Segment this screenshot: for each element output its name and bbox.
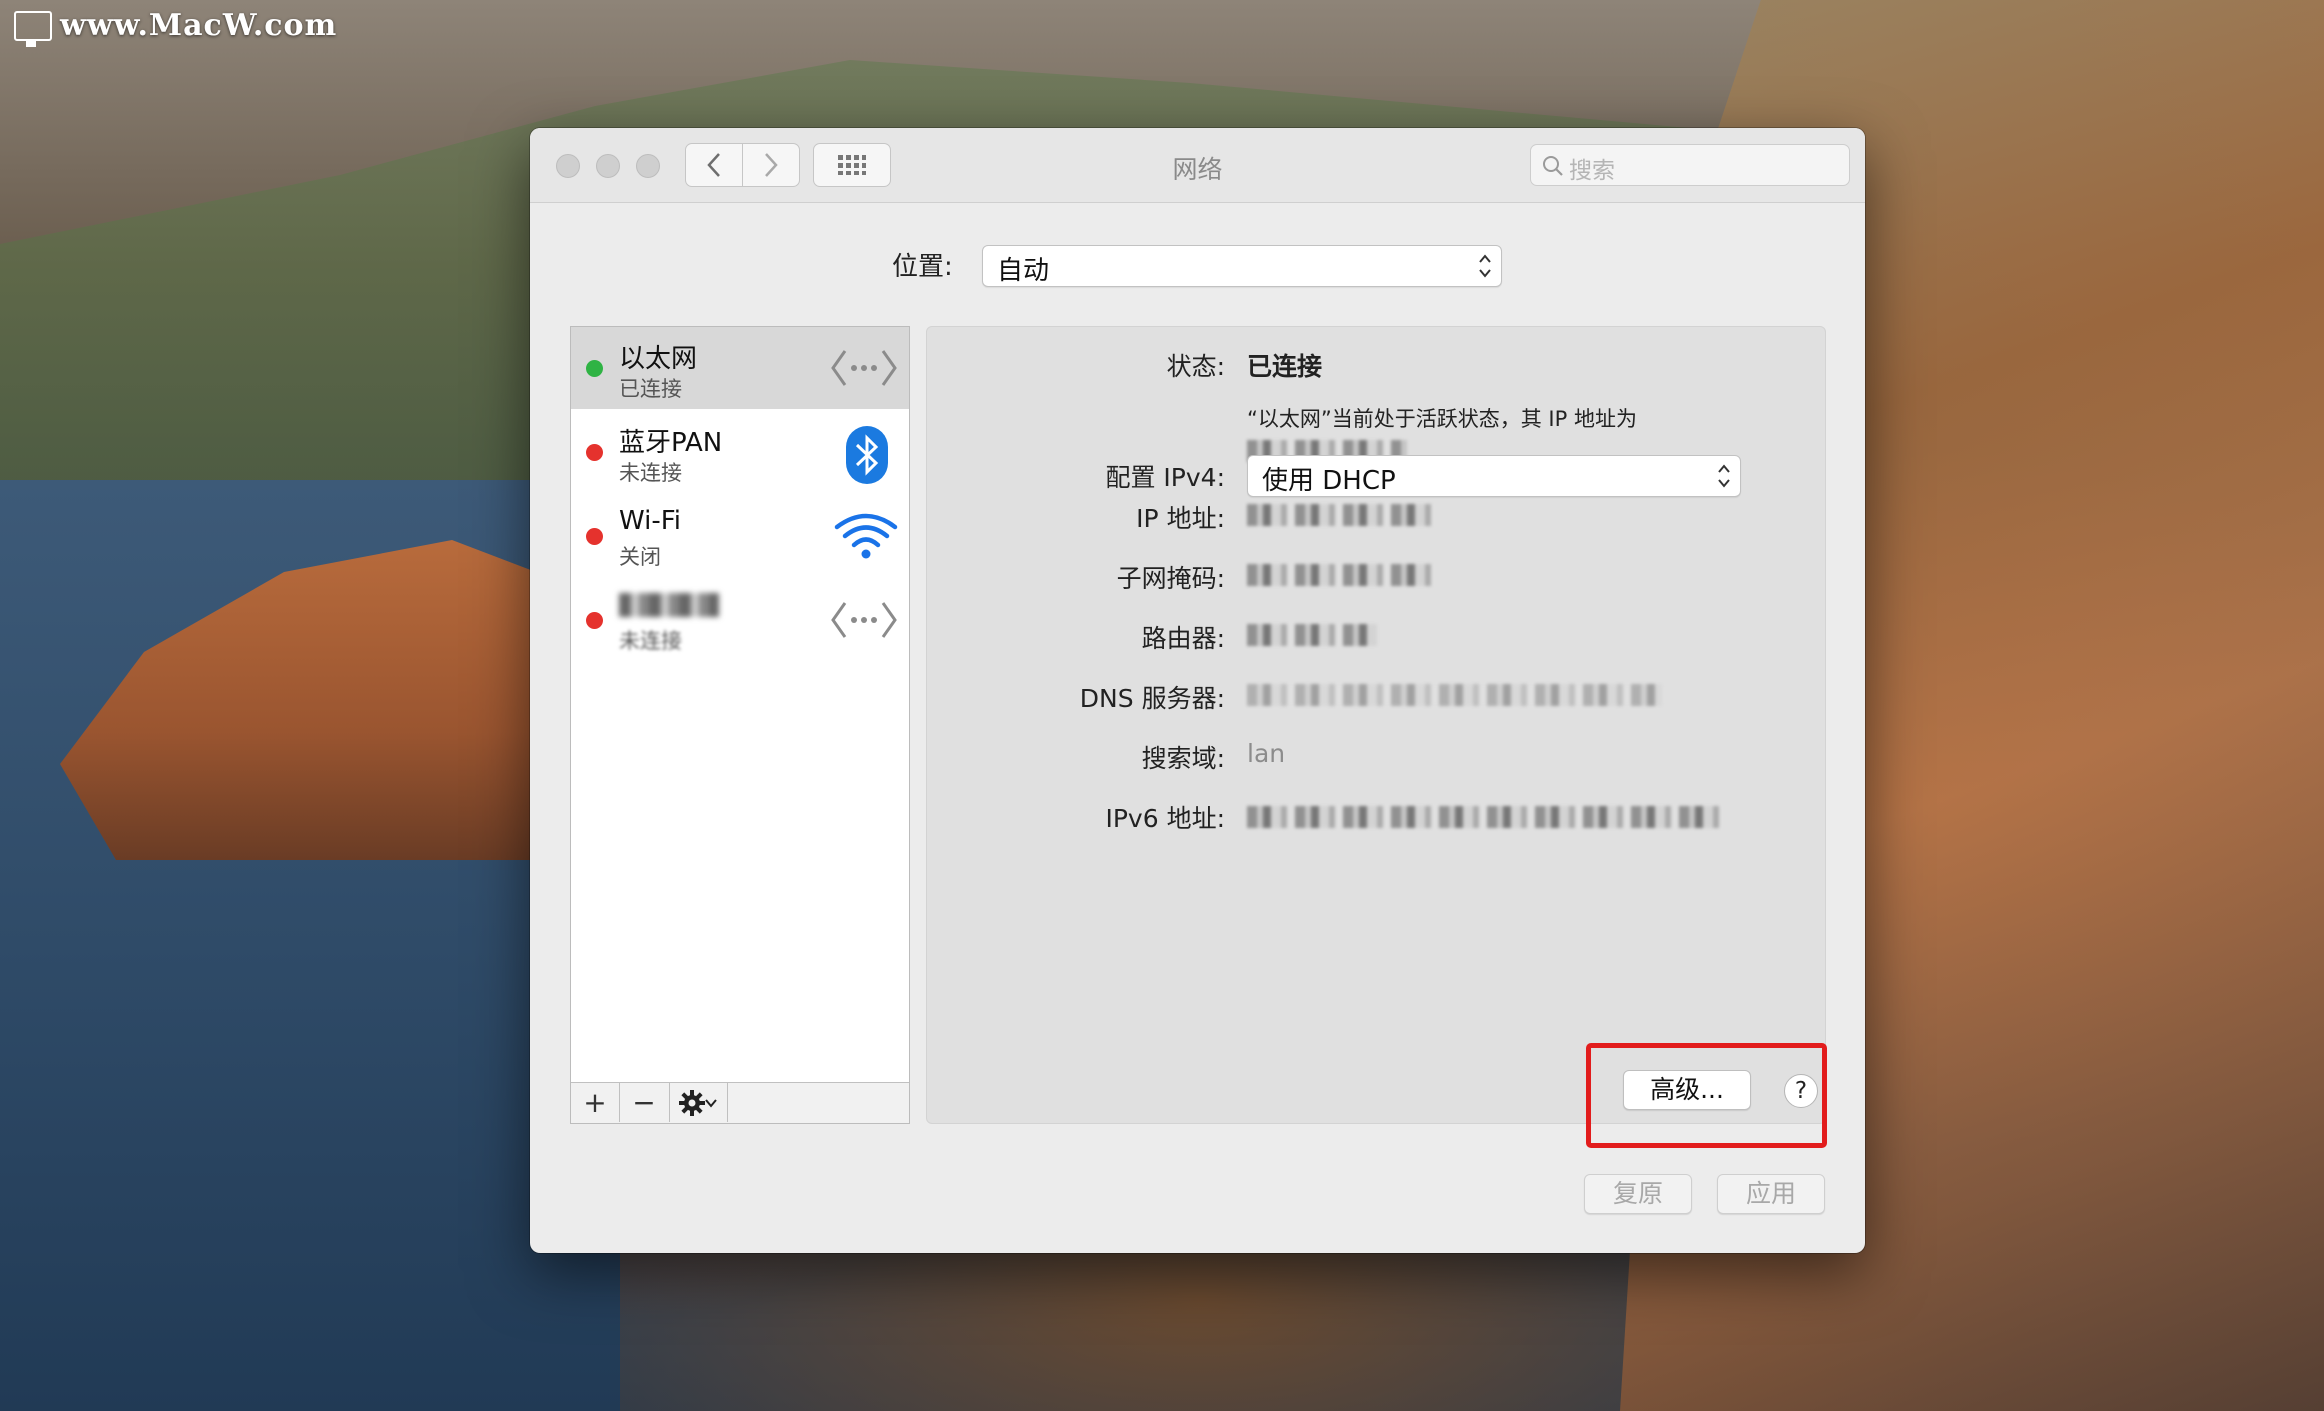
- service-item-bluetooth-pan[interactable]: 蓝牙PAN 未连接: [571, 411, 909, 493]
- configure-ipv4-select[interactable]: 使用 DHCP: [1247, 455, 1741, 497]
- status-description-text: “以太网”当前处于活跃状态，其 IP 地址为: [1247, 407, 1637, 431]
- chevron-down-icon: [705, 1098, 717, 1108]
- watermark: www.MacW.com: [14, 8, 338, 47]
- ethernet-icon: [831, 602, 897, 638]
- service-item-wifi[interactable]: Wi-Fi 关闭: [571, 495, 909, 577]
- service-item-other[interactable]: 未连接: [571, 579, 909, 661]
- ipv6-address-label: IPv6 地址:: [1105, 804, 1225, 833]
- revert-button[interactable]: 复原: [1584, 1174, 1692, 1214]
- location-label: 位置:: [892, 252, 953, 282]
- ethernet-icon: [831, 350, 897, 386]
- status-dot: [586, 360, 603, 377]
- dns-server-label: DNS 服务器:: [1079, 684, 1225, 713]
- add-service-button[interactable]: +: [571, 1083, 620, 1122]
- bluetooth-icon: [846, 426, 888, 484]
- highlight-annotation-box: [1586, 1043, 1827, 1148]
- apply-button[interactable]: 应用: [1717, 1174, 1825, 1214]
- service-status: 关闭: [619, 545, 661, 569]
- location-select[interactable]: 自动: [982, 245, 1502, 287]
- updown-arrows-icon: [1718, 464, 1730, 488]
- updown-arrows-icon: [1479, 254, 1491, 278]
- action-menu-button[interactable]: [669, 1083, 728, 1122]
- status-dot: [586, 528, 603, 545]
- search-domain-value: lan: [1247, 739, 1286, 768]
- dns-server-value-redacted: [1247, 684, 1662, 706]
- search-field[interactable]: 搜索: [1530, 144, 1850, 186]
- remove-service-button[interactable]: −: [619, 1083, 670, 1122]
- search-placeholder: 搜索: [1569, 158, 1615, 184]
- service-list: 以太网 已连接 蓝牙PAN 未连接 Wi-Fi 关闭 未连接 + −: [570, 326, 910, 1124]
- ipv6-address-value-redacted: [1247, 806, 1727, 828]
- search-icon: [1543, 156, 1563, 176]
- service-status: 未连接: [619, 629, 682, 653]
- ip-address-value-redacted: [1247, 504, 1432, 526]
- status-description: “以太网”当前处于活跃状态，其 IP 地址为: [1247, 403, 1637, 433]
- service-status: 已连接: [619, 377, 682, 401]
- configure-ipv4-label: 配置 IPv4:: [1105, 463, 1225, 492]
- service-name-redacted: [619, 593, 719, 617]
- service-list-toolbar: + −: [571, 1082, 909, 1123]
- monitor-icon: [14, 10, 52, 47]
- search-domain-label: 搜索域:: [1141, 744, 1225, 773]
- service-name: 蓝牙PAN: [619, 428, 723, 458]
- service-name: 以太网: [619, 344, 698, 374]
- service-status: 未连接: [619, 461, 682, 485]
- router-label: 路由器:: [1141, 624, 1225, 653]
- status-value: 已连接: [1247, 352, 1323, 381]
- location-value: 自动: [997, 256, 1050, 286]
- gear-icon: [679, 1089, 705, 1116]
- service-name: Wi-Fi: [619, 506, 682, 536]
- router-value-redacted: [1247, 624, 1377, 646]
- ip-address-label: IP 地址:: [1136, 504, 1225, 533]
- subnet-mask-value-redacted: [1247, 564, 1432, 586]
- status-label: 状态:: [1166, 352, 1225, 381]
- configure-ipv4-value: 使用 DHCP: [1262, 466, 1396, 496]
- status-dot: [586, 612, 603, 629]
- subnet-mask-label: 子网掩码:: [1116, 564, 1225, 593]
- service-item-ethernet[interactable]: 以太网 已连接: [571, 327, 909, 409]
- watermark-text: www.MacW.com: [60, 8, 338, 43]
- service-detail-panel: 状态: 已连接 “以太网”当前处于活跃状态，其 IP 地址为 配置 IPv4: …: [926, 326, 1826, 1124]
- status-dot: [586, 444, 603, 461]
- titlebar: 网络 搜索: [530, 128, 1865, 203]
- wifi-icon: [834, 513, 898, 559]
